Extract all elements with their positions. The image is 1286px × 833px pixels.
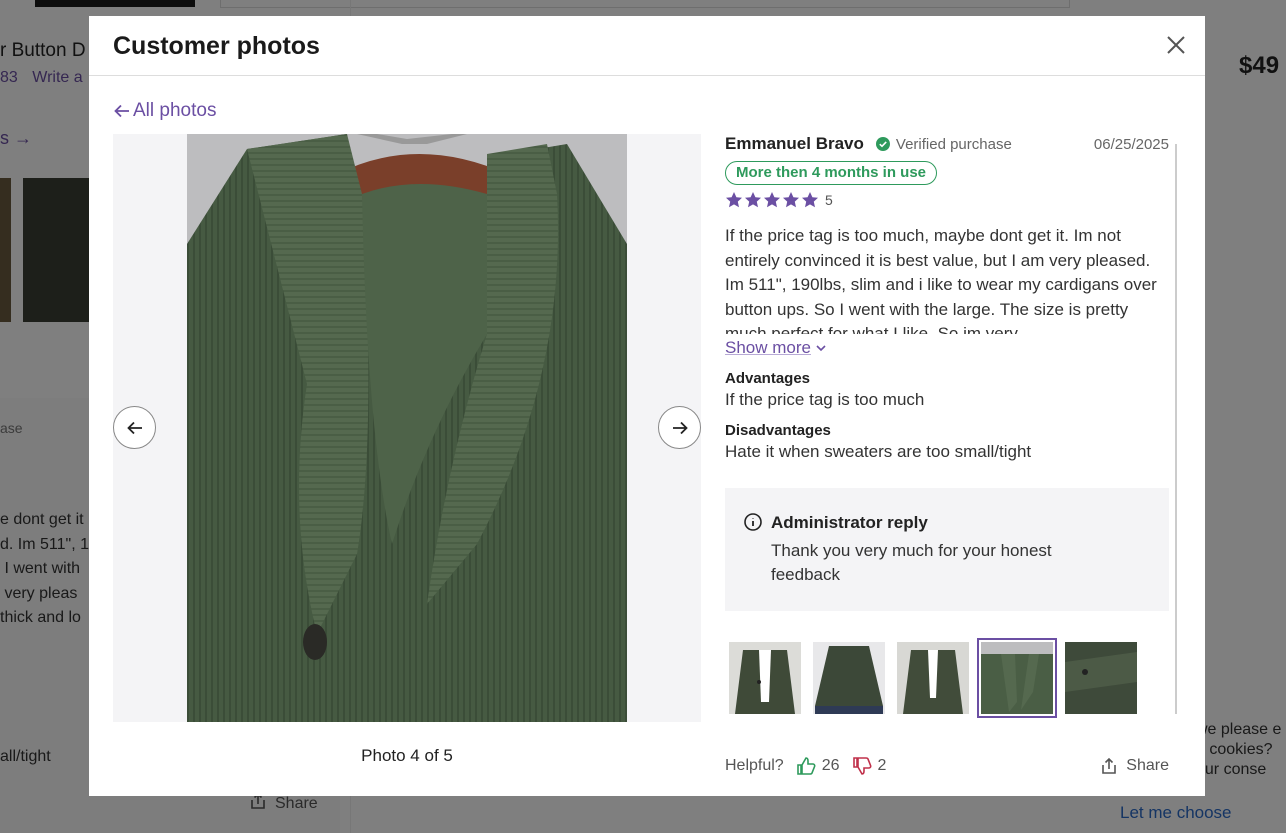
- share-icon: [1102, 757, 1117, 774]
- arrow-left-icon: [126, 421, 142, 434]
- star-icon: [745, 192, 761, 208]
- photo-thumbnail[interactable]: [1065, 642, 1137, 714]
- customer-photos-modal: Customer photos All photos Photo 4 of 5 …: [89, 16, 1205, 796]
- review-scrollbar[interactable]: [1175, 144, 1177, 714]
- review-panel: Emmanuel Bravo Verified purchase 06/25/2…: [725, 134, 1169, 774]
- thumbs-down-icon: [852, 757, 871, 775]
- all-photos-link-label: All photos: [133, 100, 217, 121]
- star-icon: [764, 192, 780, 208]
- disadvantages-title: Disadvantages: [725, 422, 831, 439]
- usage-duration-badge: More then 4 months in use: [725, 161, 938, 185]
- verified-purchase: Verified purchase: [875, 135, 1012, 153]
- review-author: Emmanuel Bravo: [725, 134, 864, 153]
- modal-header: Customer photos: [89, 16, 1205, 76]
- rating-value: 5: [825, 192, 833, 208]
- review-header: Emmanuel Bravo Verified purchase 06/25/2…: [725, 134, 1169, 154]
- share-label: Share: [1126, 757, 1169, 774]
- upvote-button[interactable]: 26: [796, 756, 840, 776]
- check-circle-icon: [875, 137, 890, 151]
- arrow-right-icon: [672, 421, 688, 434]
- main-photo: [187, 134, 627, 722]
- star-icon: [783, 192, 799, 208]
- close-button[interactable]: [1164, 33, 1188, 57]
- verified-purchase-label: Verified purchase: [895, 135, 1012, 153]
- star-rating: 5: [725, 191, 1169, 209]
- upvote-count: 26: [821, 757, 840, 774]
- photo-viewer: [113, 134, 701, 722]
- info-icon: [744, 513, 762, 531]
- review-footer: Helpful? 26 2 Share: [725, 756, 1169, 776]
- arrow-left-icon: [114, 104, 129, 118]
- modal-title: Customer photos: [113, 32, 320, 60]
- chevron-down-icon: [816, 345, 826, 352]
- previous-photo-button[interactable]: [113, 406, 156, 449]
- advantages-title: Advantages: [725, 370, 811, 387]
- downvote-button[interactable]: 2: [852, 756, 887, 776]
- share-button[interactable]: Share: [1100, 757, 1169, 775]
- helpful-label: Helpful?: [725, 757, 784, 774]
- administrator-reply-text: Thank you very much for your honest feed…: [771, 541, 1052, 584]
- show-more-label: Show more: [725, 338, 811, 357]
- administrator-reply-title: Administrator reply: [771, 513, 928, 532]
- photo-thumbnail[interactable]: [897, 642, 969, 714]
- star-icon: [802, 192, 818, 208]
- next-photo-button[interactable]: [658, 406, 701, 449]
- downvote-count: 2: [877, 757, 887, 774]
- photo-thumbnails: [725, 638, 1169, 718]
- photo-thumbnail-active[interactable]: [977, 638, 1057, 718]
- thumbs-up-icon: [796, 757, 816, 775]
- advantages-text: If the price tag is too much: [725, 390, 925, 409]
- all-photos-link[interactable]: All photos: [113, 100, 216, 122]
- star-icon: [726, 192, 742, 208]
- photo-counter: Photo 4 of 5: [361, 746, 453, 765]
- disadvantages-text: Hate it when sweaters are too small/tigh…: [725, 442, 1032, 461]
- review-text: If the price tag is too much, maybe dont…: [725, 226, 1157, 334]
- photo-thumbnail[interactable]: [729, 642, 801, 714]
- administrator-reply: Administrator reply Thank you very much …: [725, 488, 1169, 611]
- review-date: 06/25/2025: [1093, 135, 1169, 153]
- photo-thumbnail[interactable]: [813, 642, 885, 714]
- show-more-link[interactable]: Show more: [725, 338, 827, 358]
- close-icon: [1167, 36, 1185, 54]
